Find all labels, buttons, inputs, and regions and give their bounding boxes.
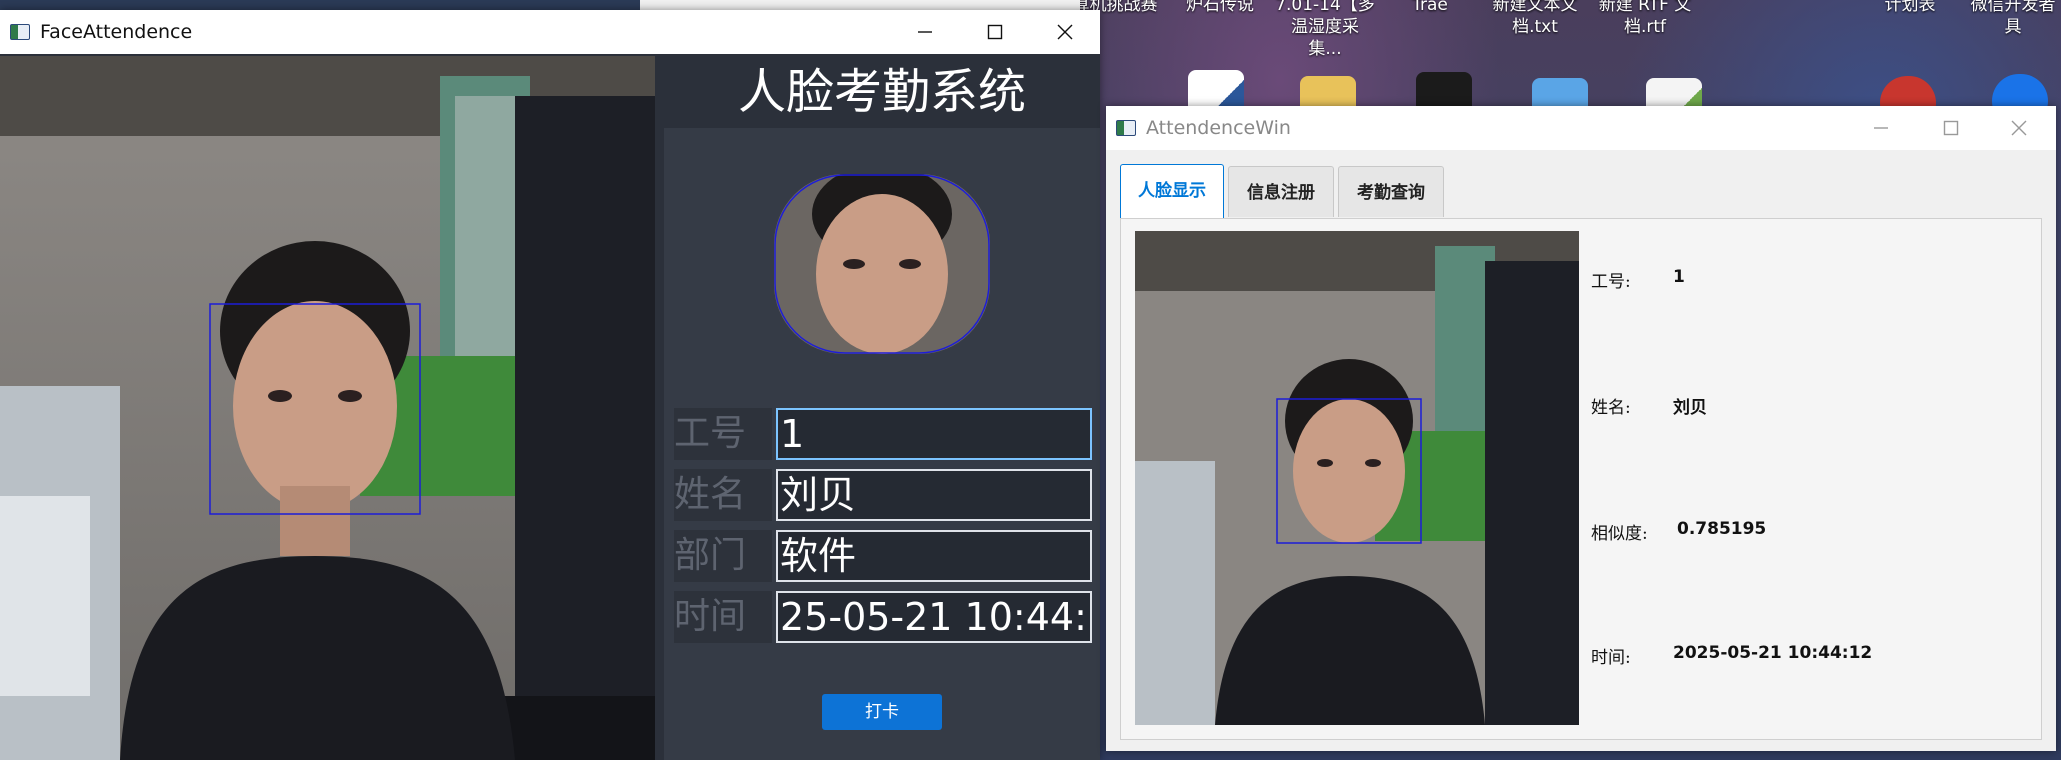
header-bar: 人脸考勤系统 (664, 56, 1100, 128)
close-button[interactable] (1030, 10, 1100, 54)
punch-in-button[interactable]: 打卡 (822, 694, 942, 730)
field-department: 部门 软件 (674, 530, 1092, 582)
close-icon (1057, 24, 1073, 40)
desktop-icon-label[interactable]: 计划表 (1855, 0, 1965, 16)
field-label: 姓名 (674, 469, 772, 521)
system-title: 人脸考勤系统 (737, 64, 1026, 120)
field-employee-id: 工号 1 (674, 408, 1092, 460)
tab-attendance-query[interactable]: 考勤查询 (1338, 166, 1444, 217)
titlebar[interactable]: FaceAttendence (0, 10, 1100, 54)
attendance-window: AttendenceWin 人脸显示 信息注册 考勤查询 工号: 1 姓名: 刘… (1106, 106, 2056, 751)
desktop-icon-label[interactable]: 7.01-14【多温湿度采集... (1275, 0, 1375, 60)
department-input[interactable]: 软件 (776, 530, 1092, 582)
captured-face-avatar (774, 174, 990, 354)
desktop-icon-label[interactable]: 新建 RTF 文档.rtf (1595, 0, 1695, 38)
face-display-pane: 工号: 1 姓名: 刘贝 相似度: 0.785195 时间: 2025-05-2… (1120, 218, 2042, 740)
close-icon (2011, 120, 2027, 136)
tab-face-display[interactable]: 人脸显示 (1120, 164, 1224, 219)
field-name: 姓名 刘贝 (674, 469, 1092, 521)
maximize-button[interactable] (960, 10, 1030, 54)
field-time: 时间 25-05-21 10:44:12 (674, 591, 1092, 643)
close-button[interactable] (1984, 106, 2054, 150)
maximize-button[interactable] (1916, 106, 1986, 150)
id-value: 1 (1673, 267, 1685, 287)
desktop-icon-label[interactable]: 微信开发者具 (1965, 0, 2061, 38)
id-label: 工号: (1591, 272, 1631, 292)
app-icon (10, 24, 30, 40)
window-title: AttendenceWin (1146, 117, 1291, 139)
camera-snapshot (1135, 231, 1579, 725)
field-label: 时间 (674, 591, 772, 643)
app-icon (1116, 120, 1136, 136)
minimize-icon (1874, 127, 1888, 129)
face-attendance-window: FaceAttendence 人脸考勤系统 工号 1 姓名 刘贝 部门 软件 时… (0, 10, 1100, 760)
time-value: 2025-05-21 10:44:12 (1673, 643, 1873, 663)
name-value: 刘贝 (1673, 398, 1707, 418)
field-label: 部门 (674, 530, 772, 582)
camera-feed (0, 56, 655, 760)
similarity-label: 相似度: (1591, 524, 1648, 544)
tab-registration[interactable]: 信息注册 (1228, 166, 1334, 217)
name-label: 姓名: (1591, 398, 1631, 418)
time-input[interactable]: 25-05-21 10:44:12 (776, 591, 1092, 643)
desktop-icon-label[interactable]: 炉石传说 (1165, 0, 1275, 16)
employee-id-input[interactable]: 1 (776, 408, 1092, 460)
desktop-icon-label[interactable]: Trae (1375, 0, 1485, 16)
field-label: 工号 (674, 408, 772, 460)
maximize-icon (987, 24, 1003, 40)
minimize-icon (918, 31, 932, 33)
similarity-value: 0.785195 (1677, 519, 1767, 539)
minimize-button[interactable] (890, 10, 960, 54)
desktop-icon-label[interactable]: 新建文本文档.txt (1485, 0, 1585, 38)
time-label: 时间: (1591, 648, 1631, 668)
info-panel: 人脸考勤系统 工号 1 姓名 刘贝 部门 软件 时间 25-05-21 10:4… (664, 56, 1100, 760)
window-title: FaceAttendence (40, 21, 193, 43)
maximize-icon (1943, 120, 1959, 136)
minimize-button[interactable] (1846, 106, 1916, 150)
titlebar[interactable]: AttendenceWin (1106, 106, 2056, 150)
name-input[interactable]: 刘贝 (776, 469, 1092, 521)
